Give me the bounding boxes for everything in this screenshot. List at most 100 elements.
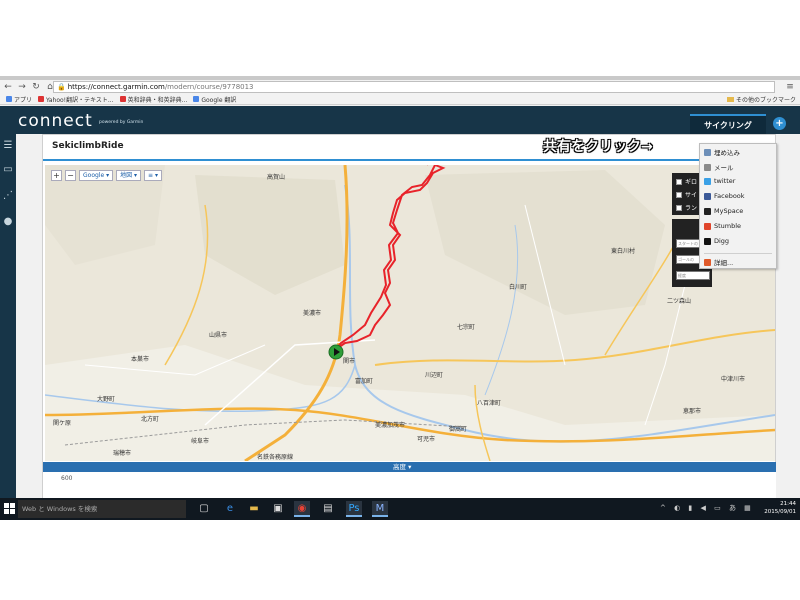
windows-taskbar: Web と Windows を検索 ▢ e ▬ ▣ ◉ ▤ Ps M ^ ◐ ▮… [0,498,800,520]
share-annotation: 共有をクリック→ [543,139,653,155]
connections-icon[interactable]: ⋰ [2,190,14,202]
bookmark-apps[interactable]: アプリ [6,95,32,104]
add-button[interactable]: + [773,117,786,130]
app-m-icon[interactable]: M [372,501,388,517]
yahoo-icon [38,96,45,102]
share-menu: 埋め込み メール twitter Facebook MySpace Stumbl… [699,143,777,269]
longitude-field[interactable]: 経度 [676,271,710,280]
map-label: 川辺町 [425,372,443,379]
course-title: SekiclimbRide [52,141,124,151]
lock-icon: 🔒 [57,83,66,91]
filter-row[interactable]: サイ [676,190,697,199]
clock[interactable]: 21:44 2015/09/01 [764,500,796,516]
elevation-toggle[interactable]: 高度 ▾ [43,462,776,472]
inbox-icon[interactable]: ▭ [2,164,14,176]
menu-divider [704,253,772,254]
elevation-label: 高度 ▾ [393,463,412,471]
map-label: 白川町 [509,283,527,291]
more-icon [704,258,711,266]
bookmark-google-translate[interactable]: Google 翻訳 [193,95,236,104]
bookmarks-bar: アプリ Yahoo!翻訳・テキスト... 英和辞典・和英辞典... Google… [0,94,800,105]
facebook-icon [704,192,711,200]
store-icon[interactable]: ▣ [270,501,286,517]
map-provider-select[interactable]: Google ▾ [79,170,114,181]
screen: ← → ↻ ⌂ 🔒 https://connect.garmin.com/mod… [0,76,800,520]
digg-icon [704,237,711,245]
map-label: 美濃市 [303,309,321,317]
map-controls: + − Google ▾ 地図 ▾ ≡ ▾ [51,170,162,181]
activity-type-tab[interactable]: サイクリング [690,114,766,134]
menu-icon[interactable]: ☰ [2,140,14,152]
url-host: https://connect.garmin.com [67,83,165,91]
layers-select[interactable]: ≡ ▾ [144,170,162,181]
share-mail[interactable]: メール [704,162,734,172]
filter-row[interactable]: ギロ [676,177,697,186]
address-bar-row: ← → ↻ ⌂ 🔒 https://connect.garmin.com/mod… [0,80,800,94]
windows-start-icon[interactable] [4,503,16,515]
explorer-icon[interactable]: ▬ [246,501,262,517]
share-more[interactable]: 詳細... [704,257,733,267]
zoom-in-button[interactable]: + [51,170,62,181]
course-map[interactable]: 高賀山 美濃市 関市 山県市 本巣市 岐阜市 美濃加茂市 可児市 瑞穂市 大野町… [45,165,775,461]
map-label: 富加町 [355,377,373,385]
map-label: 大野町 [97,395,115,403]
course-panel: SekiclimbRide 共有をクリック→ 共有 [42,134,777,520]
map-label: 関市 [343,357,355,365]
bookmark-other[interactable]: その他のブックマーク [726,95,796,104]
embed-icon [704,148,711,156]
elevation-y-max: 600 [61,475,73,482]
bookmark-yahoo[interactable]: Yahoo!翻訳・テキスト... [38,95,114,104]
taskbar-search-input[interactable]: Web と Windows を検索 [18,500,186,518]
share-embed[interactable]: 埋め込み [704,147,740,157]
clock-time: 21:44 [780,501,796,507]
share-myspace[interactable]: MySpace [704,207,743,215]
browser-menu-icon[interactable]: ≡ [784,81,796,93]
task-view-icon[interactable]: ▢ [196,501,212,517]
map-label: 中津川市 [721,375,745,383]
map-label: 八百津町 [477,400,501,407]
map-label: 恵那市 [683,407,701,415]
url-input[interactable]: 🔒 https://connect.garmin.com/modern/cour… [53,81,775,93]
chrome-icon[interactable]: ◉ [294,501,310,517]
share-facebook[interactable]: Facebook [704,192,745,200]
map-label: 東白川村 [611,247,635,255]
map-label: 名鉄各務原線 [257,453,293,461]
folder-icon [726,97,734,102]
share-twitter[interactable]: twitter [704,177,735,185]
dictionary-icon [119,96,126,102]
map-label: 二ツ森山 [667,297,691,305]
left-sidebar: ☰ ▭ ⋰ ● [0,134,16,520]
bookmark-dictionary[interactable]: 英和辞典・和英辞典... [119,95,187,104]
photoshop-icon[interactable]: Ps [346,501,362,517]
map-label: 七宗町 [457,323,475,331]
map-canvas: 高賀山 美濃市 関市 山県市 本巣市 岐阜市 美濃加茂市 可児市 瑞穂市 大野町… [45,165,775,461]
zoom-out-button[interactable]: − [65,170,76,181]
user-icon[interactable]: ● [2,216,14,228]
reload-icon[interactable]: ↻ [30,81,42,93]
checkbox[interactable] [676,204,682,211]
header-divider [43,159,776,161]
map-label: 岐阜市 [191,437,209,445]
app-icon[interactable]: ▤ [320,501,336,517]
map-label: 瑞穂市 [113,449,131,457]
connect-logo[interactable]: connect [18,111,93,131]
edge-icon[interactable]: e [222,501,238,517]
checkbox[interactable] [676,178,682,185]
map-label: 可児市 [417,435,435,443]
map-label: 本巣市 [131,355,149,363]
map-type-select[interactable]: 地図 ▾ [116,170,142,181]
map-label: 関ケ原 [53,420,71,427]
system-tray-icons[interactable]: ^ ◐ ▮ ◀ ▭ あ ▦ [660,503,754,513]
app-header: connect powered by Garmin サイクリング + [0,106,800,134]
powered-by-garmin: powered by Garmin [99,120,144,125]
map-label: 北方町 [141,415,159,423]
back-icon[interactable]: ← [2,81,14,93]
filter-row[interactable]: ラン [676,203,697,212]
checkbox[interactable] [676,191,682,198]
map-label: 山県市 [209,331,227,339]
forward-icon[interactable]: → [16,81,28,93]
share-digg[interactable]: Digg [704,237,729,245]
clock-date: 2015/09/01 [764,509,796,515]
share-stumble[interactable]: Stumble [704,222,741,230]
mail-icon [704,163,711,171]
